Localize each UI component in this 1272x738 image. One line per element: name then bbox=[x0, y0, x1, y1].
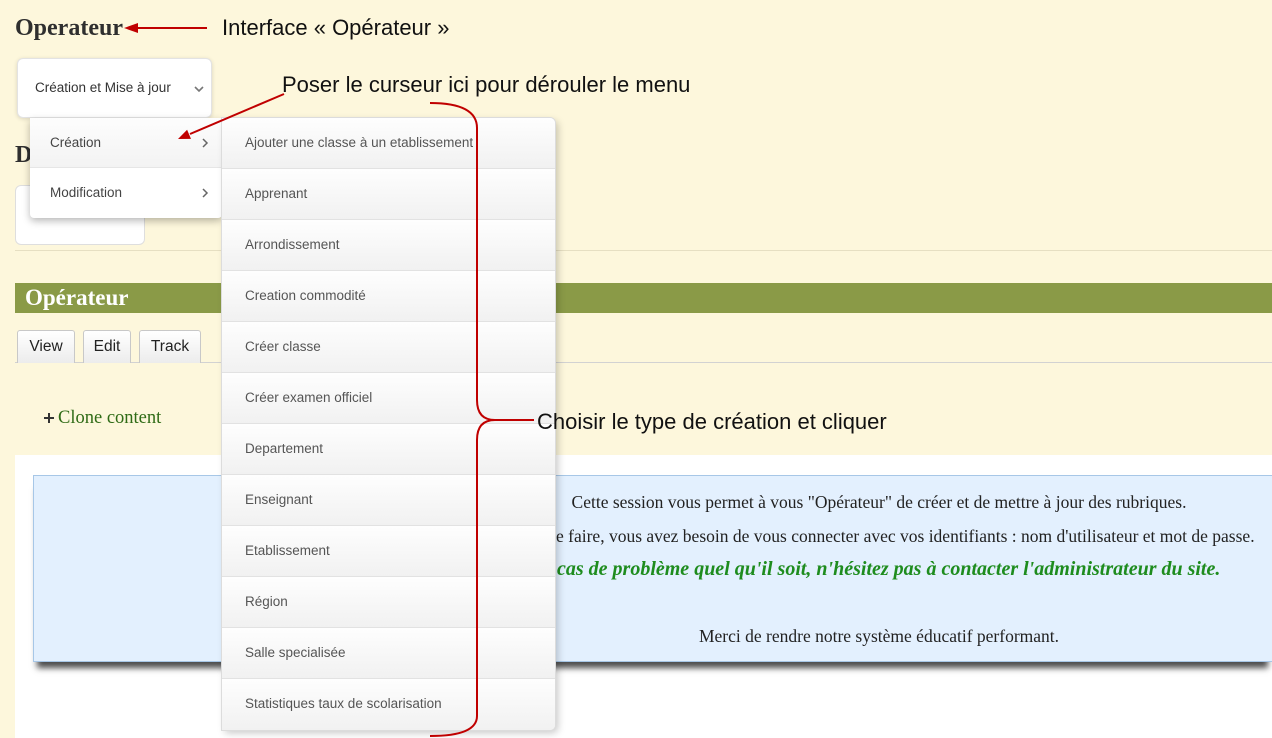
menu-item-label: Modification bbox=[50, 185, 123, 200]
submenu-item-region[interactable]: Région bbox=[222, 577, 555, 628]
clone-content-link[interactable]: Clone content bbox=[58, 407, 161, 429]
annotation-interface-label: Interface « Opérateur » bbox=[222, 15, 450, 40]
submenu-item-departement[interactable]: Departement bbox=[222, 424, 555, 475]
dropdown-label: Création et Mise à jour bbox=[35, 80, 171, 95]
info-line-warning: cas de problème quel qu'il soit, n'hésit… bbox=[557, 558, 1221, 580]
submenu-item-creer-examen[interactable]: Créer examen officiel bbox=[222, 373, 555, 424]
tabs-baseline bbox=[15, 362, 1272, 363]
info-line-thanks: Merci de rendre notre système éducatif p… bbox=[698, 626, 1060, 646]
menu-item-creation[interactable]: Création bbox=[30, 118, 222, 168]
submenu-item-creation-commodite[interactable]: Creation commodité bbox=[222, 271, 555, 322]
tab-edit[interactable]: Edit bbox=[83, 330, 131, 363]
page-title: Operateur bbox=[15, 15, 123, 41]
annotation-hover-hint: Poser le curseur ici pour dérouler le me… bbox=[282, 72, 691, 97]
tab-track[interactable]: Track bbox=[139, 330, 201, 363]
submenu-item-etablissement[interactable]: Etablissement bbox=[222, 526, 555, 577]
chevron-right-icon bbox=[202, 188, 209, 198]
tab-view[interactable]: View bbox=[17, 330, 75, 363]
chevron-down-icon bbox=[194, 86, 204, 93]
dropdown-menu: Création Modification bbox=[30, 118, 222, 218]
creation-update-dropdown-button[interactable]: Création et Mise à jour bbox=[17, 58, 212, 118]
section-divider bbox=[15, 250, 1272, 251]
submenu-item-apprenant[interactable]: Apprenant bbox=[222, 169, 555, 220]
plus-icon bbox=[44, 413, 54, 423]
node-title-bar: Opérateur bbox=[15, 283, 1272, 313]
annotation-arrow-heading bbox=[124, 23, 207, 33]
submenu-item-creer-classe[interactable]: Créer classe bbox=[222, 322, 555, 373]
info-line-session: Cette session vous permet à vous "Opérat… bbox=[571, 492, 1187, 512]
menu-item-label: Création bbox=[50, 135, 102, 150]
chevron-right-icon bbox=[202, 138, 209, 148]
creation-submenu: Ajouter une classe à un etablissement Ap… bbox=[222, 118, 555, 730]
submenu-item-arrondissement[interactable]: Arrondissement bbox=[222, 220, 555, 271]
annotation-choose-hint: Choisir le type de création et cliquer bbox=[537, 409, 887, 434]
info-line-credentials: e faire, vous avez besoin de vous connec… bbox=[556, 526, 1255, 546]
submenu-item-statistiques[interactable]: Statistiques taux de scolarisation bbox=[222, 679, 555, 730]
submenu-item-salle-specialisee[interactable]: Salle specialisée bbox=[222, 628, 555, 679]
submenu-item-enseignant[interactable]: Enseignant bbox=[222, 475, 555, 526]
node-title: Opérateur bbox=[25, 285, 129, 310]
menu-item-modification[interactable]: Modification bbox=[30, 168, 222, 218]
submenu-item-ajouter-classe[interactable]: Ajouter une classe à un etablissement bbox=[222, 118, 555, 169]
